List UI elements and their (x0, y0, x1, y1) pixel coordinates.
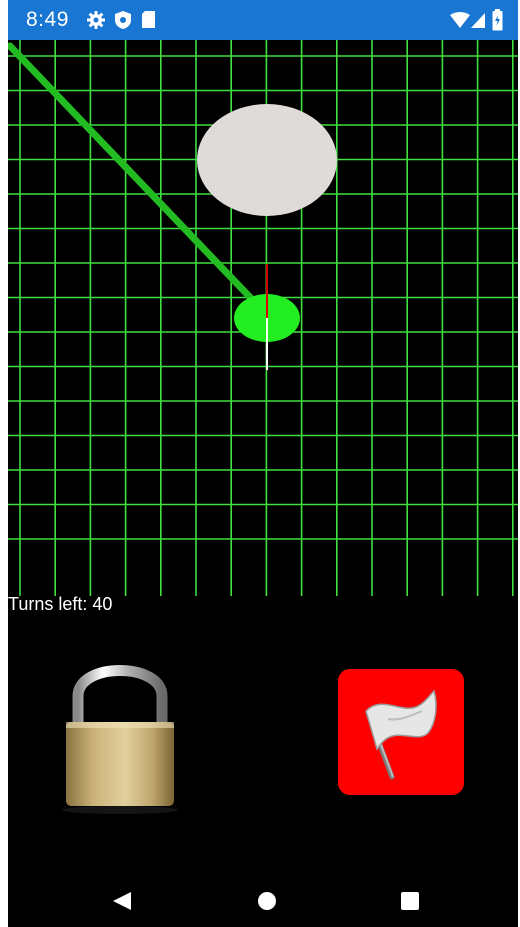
gear-icon (87, 11, 105, 29)
turns-left-label: Turns left: 40 (8, 594, 113, 614)
wifi-icon (450, 12, 470, 28)
back-icon[interactable] (111, 890, 133, 912)
battery-icon (492, 9, 503, 31)
lock-button[interactable] (56, 648, 186, 818)
recents-icon[interactable] (400, 891, 420, 911)
app-screen: 8:49 Turns left: 40 (8, 0, 518, 927)
padlock-icon (62, 665, 178, 814)
shield-icon (115, 11, 131, 29)
game-board[interactable] (8, 40, 518, 596)
status-bar: 8:49 (8, 0, 518, 40)
flag-button[interactable] (338, 669, 464, 795)
signal-icon (471, 13, 485, 28)
status-time: 8:49 (26, 8, 69, 31)
white-flag-icon (365, 689, 437, 780)
sd-card-icon (142, 11, 155, 28)
navigation-bar (8, 870, 518, 927)
home-icon[interactable] (257, 891, 277, 911)
target-blob (197, 104, 337, 216)
